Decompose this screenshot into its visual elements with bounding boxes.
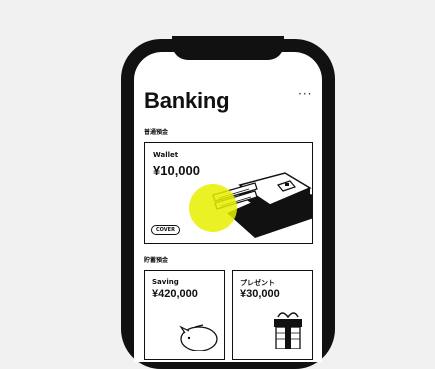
gift-card[interactable]: プレゼント ¥30,000 — [232, 270, 313, 360]
wallet-illustration-icon — [189, 172, 312, 238]
gift-card-name: プレゼント — [240, 279, 275, 287]
saving-card[interactable]: Saving ¥420,000 — [144, 270, 225, 360]
gift-card-amount: ¥30,000 — [240, 288, 280, 300]
saving-card-name: Saving — [152, 278, 179, 286]
section-label-savings: 貯蓄預金 — [144, 257, 169, 264]
gift-box-icon — [274, 312, 302, 349]
saving-card-amount: ¥420,000 — [152, 288, 198, 300]
piggy-bank-icon — [179, 324, 218, 351]
page-title: Banking — [144, 88, 230, 113]
section-label-checking: 普通預金 — [144, 129, 169, 136]
wallet-card[interactable]: Wallet ¥10,000 COVER — [144, 142, 313, 244]
phone-notch — [172, 36, 284, 60]
ellipsis-icon[interactable]: ··· — [298, 87, 312, 101]
